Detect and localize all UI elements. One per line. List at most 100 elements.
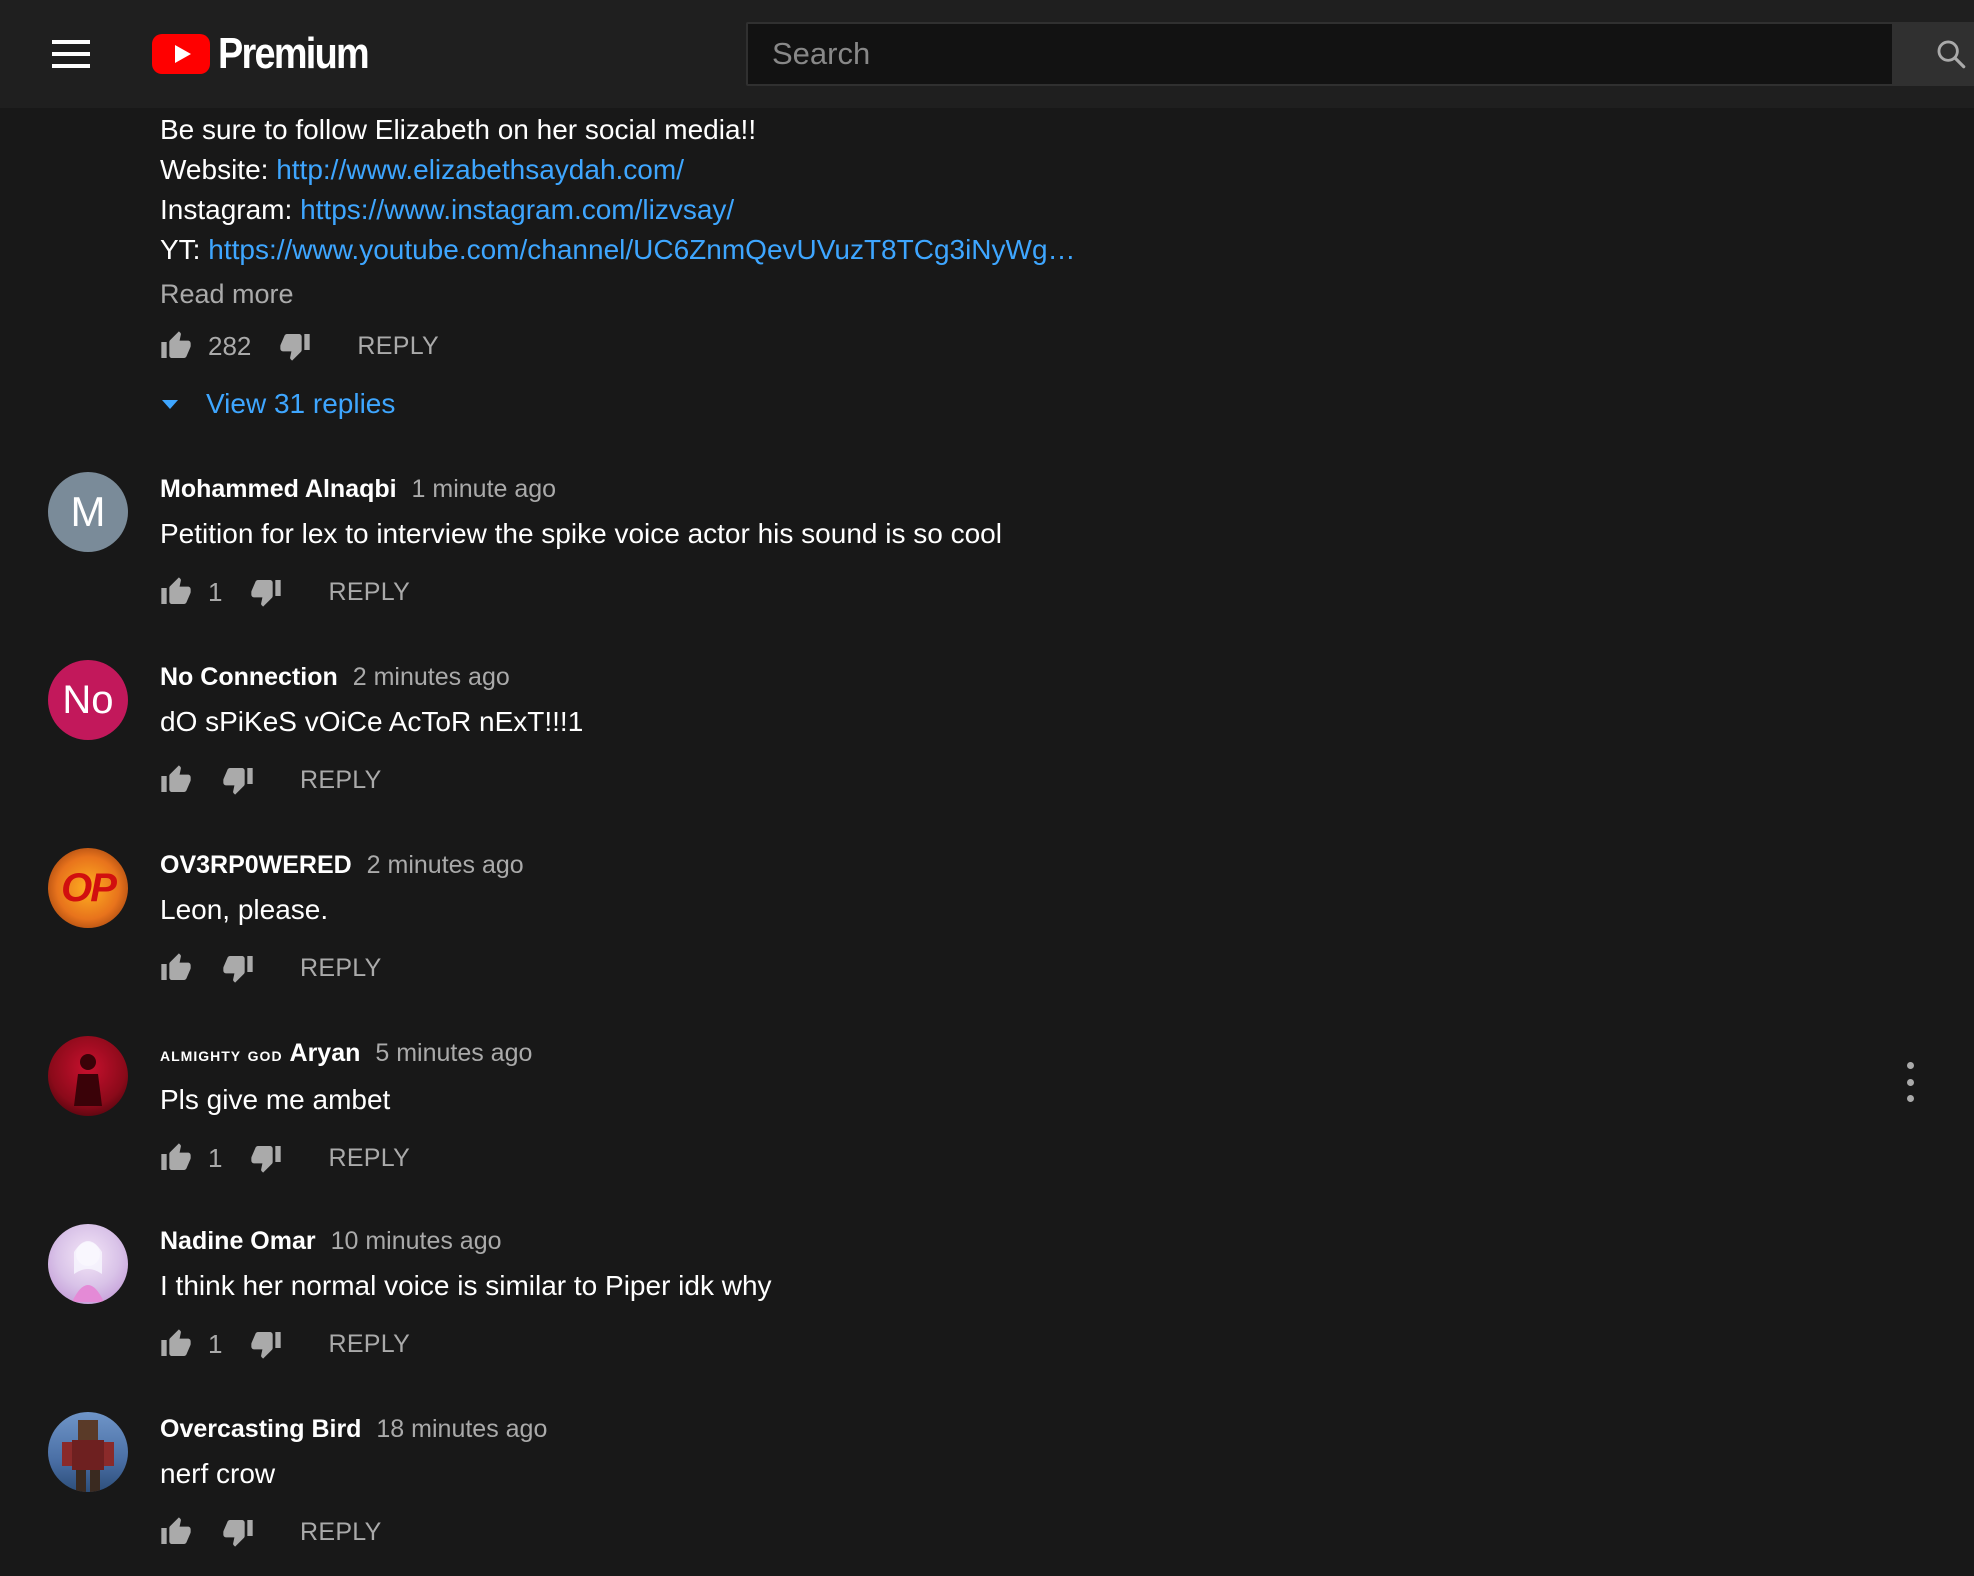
comment-header: Overcasting Bird 18 minutes ago — [160, 1412, 1860, 1446]
avatar[interactable]: M — [48, 472, 128, 552]
comment-author[interactable]: Mohammed Alnaqbi — [160, 475, 397, 503]
comment-body: No Connection 2 minutes ago dO sPiKeS vO… — [160, 660, 1860, 802]
dislike-button[interactable] — [222, 952, 254, 984]
thumb-up-icon — [160, 952, 192, 984]
like-button[interactable] — [160, 952, 192, 984]
avatar-figure-icon — [74, 1054, 102, 1106]
avatar-letter: M — [70, 488, 106, 535]
comment-text: Pls give me ambet — [160, 1084, 391, 1115]
avatar[interactable] — [48, 1224, 128, 1304]
search-icon — [1937, 40, 1966, 69]
youtube-channel-link[interactable]: https://www.youtube.com/channel/UC6ZnmQe… — [208, 234, 1075, 265]
caret-down-icon — [162, 399, 178, 409]
like-button[interactable] — [160, 1328, 192, 1360]
top-comment-body: Be sure to follow Elizabeth on her socia… — [160, 108, 1860, 426]
comment-author[interactable]: No Connection — [160, 663, 338, 691]
comment-header: OV3RP0WERED 2 minutes ago — [160, 848, 1860, 882]
comment-header: Mohammed Alnaqbi 1 minute ago — [160, 472, 1860, 506]
like-button[interactable] — [160, 1516, 192, 1548]
comment-author[interactable]: Aryan — [290, 1039, 361, 1067]
thumb-down-icon — [279, 330, 311, 362]
thumb-up-icon — [160, 330, 192, 362]
comment-actions: 282 REPLY — [160, 324, 1860, 368]
logo-text: Premium — [218, 29, 370, 78]
thumb-down-icon — [222, 952, 254, 984]
comment-actions: REPLY — [160, 758, 1860, 802]
comment-text: Leon, please. — [160, 894, 329, 925]
reply-button[interactable]: REPLY — [328, 578, 410, 607]
youtube-label: YT: — [160, 234, 201, 265]
avatar[interactable]: No — [48, 660, 128, 740]
website-link[interactable]: http://www.elizabethsaydah.com/ — [276, 154, 684, 185]
thumb-down-icon — [222, 1516, 254, 1548]
like-button[interactable] — [160, 764, 192, 796]
thumb-down-icon — [250, 1328, 282, 1360]
view-replies-button[interactable]: View 31 replies — [160, 382, 1860, 426]
avatar[interactable] — [48, 1412, 128, 1492]
avatar[interactable]: OP — [48, 848, 128, 928]
like-button[interactable] — [160, 330, 192, 362]
comment-timestamp[interactable]: 10 minutes ago — [331, 1227, 502, 1255]
instagram-line: Instagram: https://www.instagram.com/liz… — [160, 190, 1860, 230]
more-options-icon[interactable] — [1898, 1062, 1922, 1102]
comment-author-prefix[interactable]: almighty god — [160, 1044, 283, 1066]
top-header: Premium — [0, 0, 1974, 108]
dislike-button[interactable] — [279, 330, 311, 362]
website-line: Website: http://www.elizabethsaydah.com/ — [160, 150, 1860, 190]
dislike-button[interactable] — [222, 1516, 254, 1548]
like-button[interactable] — [160, 576, 192, 608]
youtube-play-logo-icon — [152, 34, 210, 74]
reply-button[interactable]: REPLY — [357, 332, 439, 361]
reply-button[interactable]: REPLY — [300, 1518, 382, 1547]
thumb-up-icon — [160, 1328, 192, 1360]
dislike-button[interactable] — [250, 576, 282, 608]
comment-actions: REPLY — [160, 1510, 1860, 1554]
menu-icon[interactable] — [42, 34, 100, 74]
avatar-character-icon — [72, 1241, 104, 1302]
reply-button[interactable]: REPLY — [328, 1330, 410, 1359]
comment-actions: 1 REPLY — [160, 1136, 1860, 1180]
thumb-down-icon — [250, 576, 282, 608]
youtube-premium-logo[interactable]: Premium — [152, 29, 392, 78]
comment-header: Nadine Omar 10 minutes ago — [160, 1224, 1860, 1258]
like-count: 282 — [208, 330, 252, 361]
thumb-up-icon — [160, 576, 192, 608]
youtube-line: YT: https://www.youtube.com/channel/UC6Z… — [160, 230, 1860, 270]
dislike-button[interactable] — [250, 1328, 282, 1360]
instagram-label: Instagram: — [160, 194, 293, 225]
comment-body: almighty god Aryan 5 minutes ago Pls giv… — [160, 1036, 1860, 1180]
search-input[interactable] — [746, 22, 1894, 86]
comment-actions: 1 REPLY — [160, 1322, 1860, 1366]
like-button[interactable] — [160, 1142, 192, 1174]
thumb-up-icon — [160, 1142, 192, 1174]
youtube-comments-page: Premium Be sure to follow Elizabeth on h… — [0, 0, 1974, 1576]
dislike-button[interactable] — [250, 1142, 282, 1174]
comment-timestamp[interactable]: 5 minutes ago — [375, 1039, 532, 1067]
comment-author[interactable]: Overcasting Bird — [160, 1415, 361, 1443]
comment-body: Mohammed Alnaqbi 1 minute ago Petition f… — [160, 472, 1860, 614]
thumb-up-icon — [160, 1516, 192, 1548]
avatar[interactable] — [48, 1036, 128, 1116]
dislike-button[interactable] — [222, 764, 254, 796]
like-count: 1 — [208, 1142, 223, 1173]
comment-header: No Connection 2 minutes ago — [160, 660, 1860, 694]
comment-timestamp[interactable]: 2 minutes ago — [367, 851, 524, 879]
search-button[interactable] — [1894, 22, 1974, 86]
comment-timestamp[interactable]: 1 minute ago — [412, 475, 557, 503]
comment-text: I think her normal voice is similar to P… — [160, 1270, 772, 1301]
comment-author[interactable]: OV3RP0WERED — [160, 851, 352, 879]
comment-timestamp[interactable]: 18 minutes ago — [376, 1415, 547, 1443]
reply-button[interactable]: REPLY — [300, 766, 382, 795]
search-bar — [746, 22, 1974, 86]
comment-actions: 1 REPLY — [160, 570, 1860, 614]
website-label: Website: — [160, 154, 269, 185]
reply-button[interactable]: REPLY — [328, 1144, 410, 1173]
reply-button[interactable]: REPLY — [300, 954, 382, 983]
instagram-link[interactable]: https://www.instagram.com/lizvsay/ — [300, 194, 734, 225]
comment-body: Nadine Omar 10 minutes ago I think her n… — [160, 1224, 1860, 1366]
comment-text: dO sPiKeS vOiCe AcToR nExT!!!1 — [160, 706, 584, 737]
read-more-button[interactable]: Read more — [160, 274, 1860, 314]
comment-body: Overcasting Bird 18 minutes ago nerf cro… — [160, 1412, 1860, 1554]
comment-timestamp[interactable]: 2 minutes ago — [353, 663, 510, 691]
comment-author[interactable]: Nadine Omar — [160, 1227, 316, 1255]
